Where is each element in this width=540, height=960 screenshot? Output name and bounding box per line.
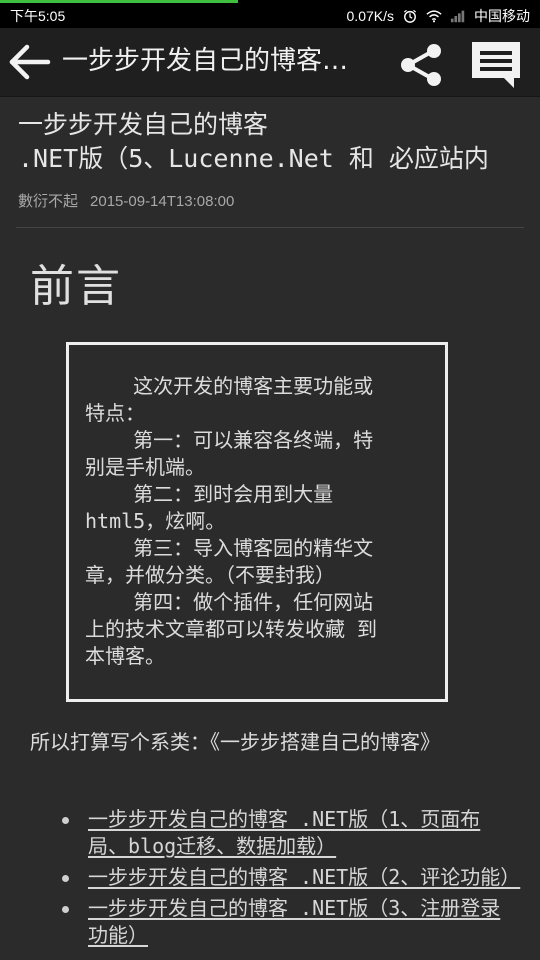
section-heading: 前言 (30, 261, 122, 312)
series-link-1[interactable]: 一步步开发自己的博客 .NET版（1、页面布局、blog迁移、数据加载） (88, 807, 480, 858)
status-bar: 下午5:05 0.07K/s 中国移动 (0, 0, 540, 28)
series-link-list: 一步步开发自己的博客 .NET版（1、页面布局、blog迁移、数据加载） 一步步… (30, 806, 520, 953)
article-title: 一步步开发自己的博客 .NET版（5、Lucenne.Net 和 必应站内 (18, 108, 538, 176)
series-link-3[interactable]: 一步步开发自己的博客 .NET版（3、注册登录功能） (88, 896, 500, 947)
app-bar: 一步步开发自己的博客… (0, 28, 540, 97)
series-intro-paragraph: 所以打算写个系类：《一步步搭建自己的博客》 (30, 730, 440, 754)
wifi-icon (426, 10, 442, 23)
signal-icon (450, 10, 465, 23)
alarm-icon (403, 9, 417, 23)
quote-line: 特点： (85, 401, 145, 425)
bullet-icon (62, 875, 69, 882)
list-item: 一步步开发自己的博客 .NET版（3、注册登录功能） (30, 895, 520, 949)
header-divider (16, 227, 524, 228)
quote-line: 这次开发的博客主要功能或 (85, 374, 374, 398)
article-title-line-1: 一步步开发自己的博客 (18, 110, 269, 139)
back-arrow-icon[interactable] (8, 44, 52, 80)
quote-line: 第四：做个插件，任何网站 (85, 590, 374, 614)
quote-line: html5，炫啊。 (85, 509, 226, 533)
page-load-progress (0, 0, 238, 3)
comment-icon[interactable] (468, 38, 524, 90)
intro-quote-box: 这次开发的博客主要功能或 特点： 第一：可以兼容各终端，特 别是手机端。 第二：… (66, 342, 448, 702)
quote-line: 本博客。 (85, 644, 165, 668)
bullet-icon (62, 906, 69, 913)
share-icon[interactable] (396, 40, 446, 90)
article-meta: 數衍不起 2015-09-14T13:08:00 (18, 190, 234, 211)
status-right-group: 0.07K/s 中国移动 (347, 6, 530, 26)
carrier-name: 中国移动 (474, 8, 530, 24)
network-speed: 0.07K/s (346, 8, 394, 24)
list-item: 一步步开发自己的博客 .NET版（2、评论功能） (30, 864, 520, 891)
author-name: 數衍不起 (18, 193, 79, 210)
list-item: 一步步开发自己的博客 .NET版（1、页面布局、blog迁移、数据加载） (30, 806, 520, 860)
quote-line: 上的技术文章都可以转发收藏 到 (85, 617, 378, 641)
quote-line: 第一：可以兼容各终端，特 (85, 428, 374, 452)
app-bar-title: 一步步开发自己的博客… (62, 46, 349, 76)
quote-line: 第三：导入博客园的精华文 (85, 536, 374, 560)
series-link-2[interactable]: 一步步开发自己的博客 .NET版（2、评论功能） (88, 865, 520, 889)
quote-line: 别是手机端。 (85, 455, 205, 479)
post-timestamp: 2015-09-14T13:08:00 (90, 193, 235, 210)
status-time: 下午5:05 (10, 8, 66, 24)
quote-line: 章，并做分类。（不要封我） (85, 563, 335, 587)
bullet-icon (62, 817, 69, 824)
quote-line: 第二：到时会用到大量 (85, 482, 334, 506)
article-title-line-2: .NET版（5、Lucenne.Net 和 必应站内 (18, 144, 489, 173)
